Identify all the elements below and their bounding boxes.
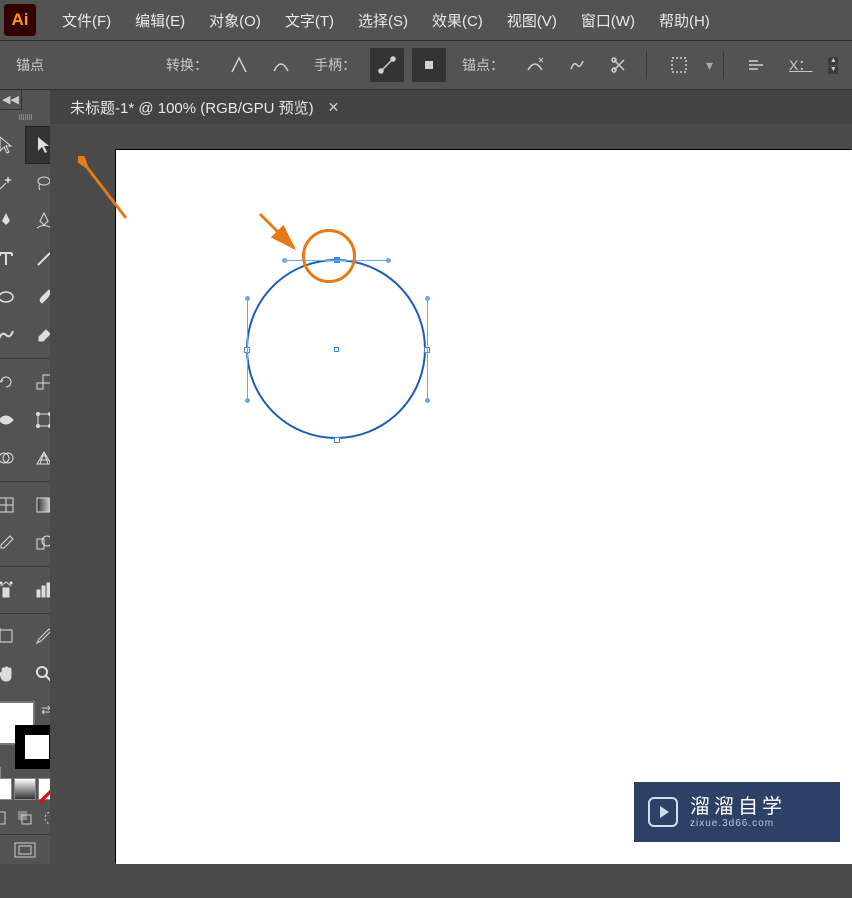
menubar: Ai 文件(F) 编辑(E) 对象(O) 文字(T) 选择(S) 效果(C) 视… bbox=[0, 0, 852, 40]
menu: 文件(F) 编辑(E) 对象(O) 文字(T) 选择(S) 效果(C) 视图(V… bbox=[52, 4, 720, 37]
symbol-sprayer-tool[interactable] bbox=[0, 571, 25, 609]
eyedropper-tool[interactable] bbox=[0, 524, 25, 562]
default-fill-stroke-icon[interactable] bbox=[0, 767, 1, 779]
panel-collapse-icon[interactable]: ◀◀ bbox=[0, 90, 22, 110]
convert-corner-button[interactable] bbox=[222, 48, 256, 82]
handle-point-l1[interactable] bbox=[245, 296, 250, 301]
convert-smooth-button[interactable] bbox=[264, 48, 298, 82]
document-tab-title: 未标题-1* @ 100% (RGB/GPU 预览) bbox=[70, 97, 314, 118]
screen-mode-button[interactable] bbox=[6, 839, 44, 864]
anchors-group: 锚点： bbox=[456, 48, 636, 82]
type-tool[interactable] bbox=[0, 240, 25, 278]
magic-wand-tool[interactable] bbox=[0, 164, 25, 202]
width-tool[interactable] bbox=[0, 401, 25, 439]
menu-edit[interactable]: 编辑(E) bbox=[125, 4, 195, 37]
isolate-button[interactable] bbox=[662, 48, 696, 82]
convert-group: 转换： bbox=[160, 48, 298, 82]
x-label: X： bbox=[783, 55, 818, 75]
draw-normal-button[interactable] bbox=[0, 806, 11, 830]
gradient-fill-button[interactable] bbox=[14, 778, 36, 800]
menu-object[interactable]: 对象(O) bbox=[199, 4, 271, 37]
handle-point-left[interactable] bbox=[282, 258, 287, 263]
draw-behind-button[interactable] bbox=[13, 806, 37, 830]
artboard[interactable]: 溜溜自学 zixue.3d66.com bbox=[116, 150, 852, 864]
close-tab-icon[interactable]: ✕ bbox=[324, 99, 344, 116]
handle-line-right bbox=[427, 298, 428, 398]
x-stepper-up[interactable]: ▲ bbox=[828, 57, 838, 65]
menu-help[interactable]: 帮助(H) bbox=[649, 4, 720, 37]
document-tab-bar: 未标题-1* @ 100% (RGB/GPU 预览) ✕ bbox=[50, 90, 852, 124]
handle-point-r2[interactable] bbox=[425, 398, 430, 403]
control-bar: 锚点 转换： 手柄： 锚点： ▾ X： ▲ ▼ bbox=[0, 40, 852, 90]
menu-select[interactable]: 选择(S) bbox=[348, 4, 418, 37]
watermark-title: 溜溜自学 bbox=[690, 796, 786, 818]
hand-tool[interactable] bbox=[0, 655, 25, 693]
menu-view[interactable]: 视图(V) bbox=[497, 4, 567, 37]
handle-line-left bbox=[247, 298, 248, 398]
rotate-tool[interactable] bbox=[0, 363, 25, 401]
menu-effect[interactable]: 效果(C) bbox=[422, 4, 493, 37]
color-fill-button[interactable] bbox=[0, 778, 12, 800]
show-handles-button[interactable] bbox=[370, 48, 404, 82]
menu-type[interactable]: 文字(T) bbox=[275, 4, 344, 37]
anchor-bottom[interactable] bbox=[334, 437, 340, 443]
artboard-tool[interactable] bbox=[0, 617, 25, 655]
document-area: 未标题-1* @ 100% (RGB/GPU 预览) ✕ bbox=[50, 90, 852, 864]
selection-tool[interactable] bbox=[0, 126, 25, 164]
app-logo: Ai bbox=[4, 4, 36, 36]
remove-anchor-button[interactable] bbox=[518, 48, 552, 82]
watermark-url: zixue.3d66.com bbox=[690, 818, 786, 829]
ellipse-tool[interactable] bbox=[0, 278, 25, 316]
handle-point-right[interactable] bbox=[386, 258, 391, 263]
handles-label: 手柄： bbox=[308, 55, 362, 75]
hide-handles-button[interactable] bbox=[412, 48, 446, 82]
document-tab[interactable]: 未标题-1* @ 100% (RGB/GPU 预览) ✕ bbox=[62, 93, 351, 122]
menu-file[interactable]: 文件(F) bbox=[52, 4, 121, 37]
x-stepper-down[interactable]: ▼ bbox=[828, 66, 838, 74]
connect-anchor-button[interactable] bbox=[560, 48, 594, 82]
pen-tool[interactable] bbox=[0, 202, 25, 240]
main-area: ◀◀ bbox=[0, 90, 852, 864]
tool-panel: ⇄ bbox=[0, 90, 50, 864]
anchor-point-label: 锚点 bbox=[10, 55, 50, 75]
mesh-tool[interactable] bbox=[0, 486, 25, 524]
shaper-tool[interactable] bbox=[0, 316, 25, 354]
align-button[interactable] bbox=[739, 48, 773, 82]
shape-builder-tool[interactable] bbox=[0, 439, 25, 477]
tool-panel-grip-icon[interactable] bbox=[10, 114, 40, 120]
convert-label: 转换： bbox=[160, 55, 214, 75]
cut-path-button[interactable] bbox=[602, 48, 636, 82]
center-point-icon bbox=[334, 347, 339, 352]
handle-line bbox=[284, 260, 388, 261]
handle-point-r1[interactable] bbox=[425, 296, 430, 301]
menu-window[interactable]: 窗口(W) bbox=[571, 4, 645, 37]
watermark-badge: 溜溜自学 zixue.3d66.com bbox=[634, 782, 840, 842]
anchors-label: 锚点： bbox=[456, 55, 510, 75]
handle-point-l2[interactable] bbox=[245, 398, 250, 403]
handles-group: 手柄： bbox=[308, 48, 446, 82]
play-icon bbox=[648, 797, 678, 827]
